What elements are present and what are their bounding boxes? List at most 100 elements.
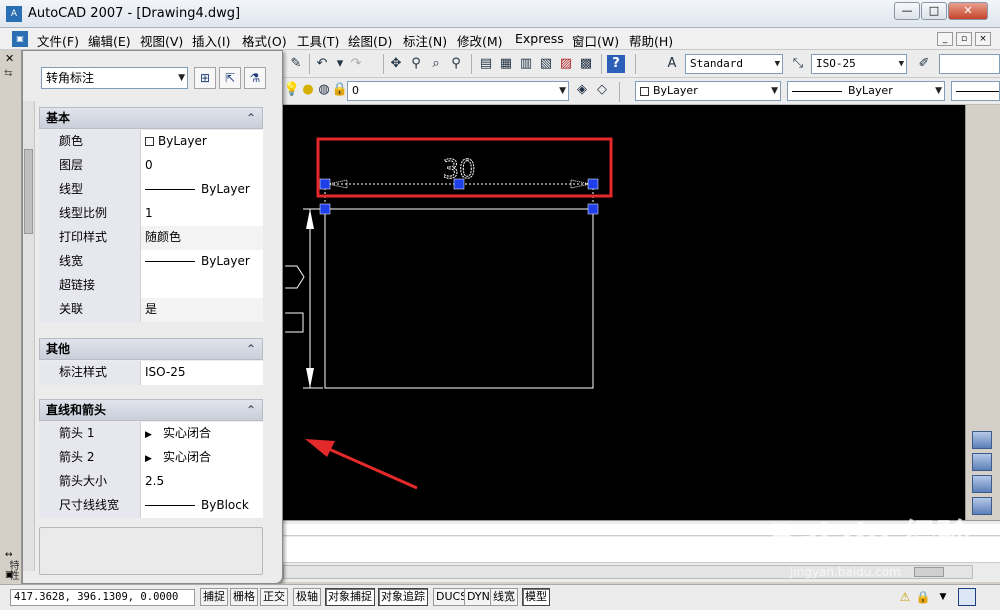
calculator-icon[interactable]: ▩ xyxy=(577,55,595,73)
partial-geometry[interactable] xyxy=(285,312,304,333)
status-ortho-button[interactable]: 正交 xyxy=(260,588,288,606)
command-input[interactable] xyxy=(283,537,1000,563)
palette-menu-icon[interactable]: ▣ xyxy=(5,570,14,580)
tool-palettes-icon[interactable]: ▥ xyxy=(517,55,535,73)
status-otrack-button[interactable]: 对象追踪 xyxy=(378,588,428,606)
scrollbar-thumb[interactable] xyxy=(914,567,944,577)
draw-order-above-icon[interactable] xyxy=(972,475,992,493)
prop-row-associative[interactable]: 关联 是 xyxy=(39,298,263,322)
layer-previous-icon[interactable]: ◇ xyxy=(593,81,611,99)
menu-format[interactable]: 格式(O) xyxy=(242,31,287,50)
section-misc[interactable]: 其他 ⌃ xyxy=(39,338,263,360)
sheet-set-icon[interactable]: ▧ xyxy=(537,55,555,73)
menu-express[interactable]: Express xyxy=(515,31,564,46)
dim-style-icon[interactable]: ⤡ xyxy=(789,55,807,73)
table-style-icon[interactable]: ✐ xyxy=(915,55,933,73)
properties-icon[interactable]: ▤ xyxy=(477,55,495,73)
menu-window[interactable]: 窗口(W) xyxy=(572,31,619,50)
grip-handle[interactable] xyxy=(319,178,331,190)
grip-handle[interactable] xyxy=(319,203,331,215)
menu-help[interactable]: 帮助(H) xyxy=(629,31,673,50)
tray-menu-icon[interactable]: ▼ xyxy=(934,588,952,606)
grip-handle[interactable] xyxy=(587,178,599,190)
rectangle-geometry[interactable] xyxy=(324,208,594,389)
prop-row-lineweight[interactable]: 线宽 ByLayer xyxy=(39,250,263,274)
autocad-app-icon[interactable]: A xyxy=(6,6,22,22)
status-polar-button[interactable]: 极轴 xyxy=(293,588,321,606)
quick-select-icon[interactable]: ⚗ xyxy=(244,67,266,89)
draw-order-front-icon[interactable] xyxy=(972,431,992,449)
menu-dimension[interactable]: 标注(N) xyxy=(403,31,447,50)
table-style-select[interactable] xyxy=(939,54,1000,74)
prop-row-dim-line-weight[interactable]: 尺寸线线宽 ByBlock xyxy=(39,494,263,518)
layer-select[interactable]: 0 ▼ xyxy=(347,81,569,101)
menu-draw[interactable]: 绘图(D) xyxy=(348,31,392,50)
collapse-icon[interactable]: ⌃ xyxy=(246,108,256,128)
partial-geometry[interactable] xyxy=(285,265,305,289)
prop-value[interactable]: 随颜色 xyxy=(141,226,263,250)
design-center-icon[interactable]: ▦ xyxy=(497,55,515,73)
help-icon[interactable]: ? xyxy=(607,55,625,73)
menu-insert[interactable]: 插入(I) xyxy=(192,31,230,50)
menu-file[interactable]: 文件(F) xyxy=(37,31,79,50)
prop-row-color[interactable]: 颜色 ByLayer xyxy=(39,130,263,154)
zoom-window-icon[interactable]: ⌕ xyxy=(427,55,445,73)
make-layer-current-icon[interactable]: ◈ xyxy=(573,81,591,99)
prop-value-linetype[interactable]: ByLayer xyxy=(141,178,263,202)
prop-value[interactable]: 2.5 xyxy=(141,470,263,494)
draw-order-under-icon[interactable] xyxy=(972,497,992,515)
status-model-button[interactable]: 模型 xyxy=(522,588,550,606)
object-type-select[interactable]: 转角标注 ▼ xyxy=(41,67,188,89)
document-icon[interactable]: ▣ xyxy=(12,31,28,47)
undo-icon[interactable]: ↶ xyxy=(313,55,331,73)
coordinate-readout[interactable]: 417.3628, 396.1309, 0.0000 xyxy=(10,589,195,606)
palette-options-icon[interactable]: ⇆ xyxy=(4,68,12,79)
select-objects-icon[interactable]: ⇱ xyxy=(219,67,241,89)
prop-row-linetype[interactable]: 线型 ByLayer xyxy=(39,178,263,202)
menu-tools[interactable]: 工具(T) xyxy=(297,31,339,50)
prop-value[interactable] xyxy=(141,274,263,298)
pan-icon[interactable]: ✥ xyxy=(387,55,405,73)
prop-value[interactable]: 是 xyxy=(141,298,263,322)
section-lines-arrows[interactable]: 直线和箭头 ⌃ xyxy=(39,399,263,421)
palette-scrollbar[interactable] xyxy=(23,101,35,571)
status-snap-button[interactable]: 捕捉 xyxy=(200,588,228,606)
clean-screen-icon[interactable] xyxy=(958,588,976,606)
grip-handle[interactable] xyxy=(587,203,599,215)
prop-value[interactable]: 0 xyxy=(141,154,263,178)
prop-value[interactable]: 1 xyxy=(141,202,263,226)
drawing-canvas[interactable]: 30 xyxy=(283,105,965,520)
status-osnap-button[interactable]: 对象捕捉 xyxy=(325,588,375,606)
toggle-pickadd-icon[interactable]: ⊞ xyxy=(194,67,216,89)
status-dyn-button[interactable]: DYN xyxy=(464,588,493,606)
doc-close-button[interactable]: × xyxy=(975,32,991,46)
grip-handle[interactable] xyxy=(453,178,465,190)
lineweight-select[interactable] xyxy=(951,81,1000,101)
prop-value-lineweight[interactable]: ByLayer xyxy=(141,250,263,274)
menu-view[interactable]: 视图(V) xyxy=(140,31,183,50)
prop-value-arrow[interactable]: ▶ 实心闭合 xyxy=(141,422,263,446)
scrollbar-thumb[interactable] xyxy=(24,149,33,234)
auto-hide-icon[interactable]: ↔ xyxy=(5,550,13,560)
zoom-previous-icon[interactable]: ⚲ xyxy=(447,55,465,73)
zoom-realtime-icon[interactable]: ⚲ xyxy=(407,55,425,73)
collapse-icon[interactable]: ⌃ xyxy=(246,339,256,359)
doc-minimize-button[interactable]: _ xyxy=(937,32,953,46)
text-style-select[interactable]: Standard ▼ xyxy=(685,54,783,74)
status-lineweight-button[interactable]: 线宽 xyxy=(490,588,518,606)
prop-row-arrow-size[interactable]: 箭头大小 2.5 xyxy=(39,470,263,494)
status-grid-button[interactable]: 栅格 xyxy=(230,588,258,606)
markup-icon[interactable]: ▨ xyxy=(557,55,575,73)
color-select[interactable]: ByLayer ▼ xyxy=(635,81,781,101)
prop-row-plot-style[interactable]: 打印样式 随颜色 xyxy=(39,226,263,250)
prop-row-arrow-2[interactable]: 箭头 2 ▶ 实心闭合 xyxy=(39,446,263,470)
prop-row-layer[interactable]: 图层 0 xyxy=(39,154,263,178)
prop-value[interactable]: ISO-25 xyxy=(141,361,263,385)
prop-value-arrow[interactable]: ▶ 实心闭合 xyxy=(141,446,263,470)
text-style-icon[interactable]: A xyxy=(663,55,681,73)
minimize-button[interactable]: — xyxy=(894,2,920,20)
collapse-icon[interactable]: ⌃ xyxy=(246,400,256,420)
warning-icon[interactable]: ⚠ xyxy=(896,588,914,606)
doc-restore-button[interactable]: ▫ xyxy=(956,32,972,46)
section-basic[interactable]: 基本 ⌃ xyxy=(39,107,263,129)
